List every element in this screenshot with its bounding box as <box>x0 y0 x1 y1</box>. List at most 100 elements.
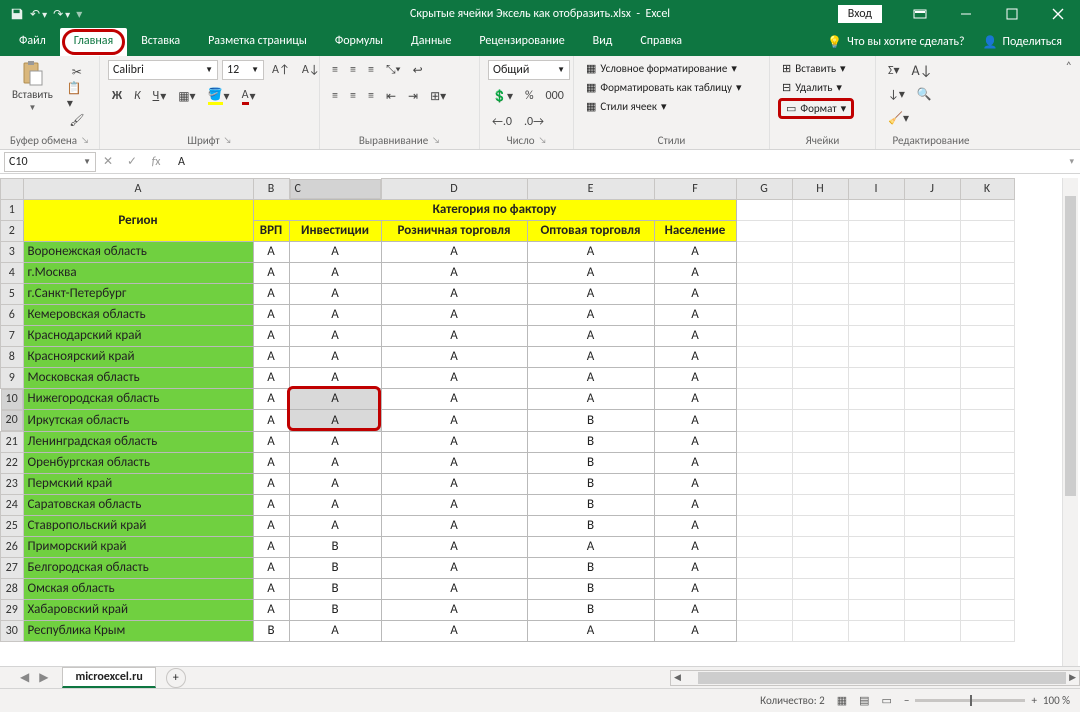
align-bottom-button[interactable]: ≡ <box>364 60 378 80</box>
col-header[interactable]: D <box>381 179 527 200</box>
data-cell[interactable]: A <box>381 367 527 388</box>
row-header[interactable]: 10 <box>1 389 23 410</box>
row-header[interactable]: 28 <box>1 578 24 599</box>
fill-color-button[interactable]: 🪣▾ <box>204 86 234 106</box>
col-header[interactable]: I <box>848 179 904 200</box>
data-cell[interactable]: A <box>381 515 527 536</box>
horizontal-scrollbar[interactable]: ◀▶ <box>670 670 1080 686</box>
data-cell[interactable]: A <box>381 431 527 452</box>
zoom-in-icon[interactable]: + <box>1031 694 1036 707</box>
tab-home[interactable]: Главная <box>60 28 127 56</box>
region-cell[interactable]: Омская область <box>23 578 253 599</box>
data-cell[interactable]: A <box>527 241 654 262</box>
data-cell[interactable]: A <box>527 536 654 557</box>
data-cell[interactable]: A <box>654 304 736 325</box>
data-cell[interactable]: B <box>527 452 654 473</box>
data-cell[interactable]: A <box>654 557 736 578</box>
cancel-formula-icon[interactable]: ✕ <box>96 154 120 169</box>
data-cell[interactable]: A <box>253 431 289 452</box>
data-cell[interactable]: A <box>253 283 289 304</box>
font-size-select[interactable]: 12▼ <box>222 60 264 80</box>
decrease-indent-button[interactable]: ⇤ <box>382 86 400 106</box>
row-header[interactable]: 4 <box>1 262 24 283</box>
view-pagebreak-icon[interactable]: ▭ <box>882 694 892 707</box>
save-icon[interactable] <box>10 7 24 21</box>
data-cell[interactable]: A <box>654 431 736 452</box>
region-cell[interactable]: Белгородская область <box>23 557 253 578</box>
region-cell[interactable]: Красноярский край <box>23 346 253 367</box>
data-cell[interactable]: A <box>381 325 527 346</box>
data-cell[interactable]: A <box>289 494 381 515</box>
row-header[interactable]: 20 <box>1 410 23 431</box>
view-normal-icon[interactable]: ▦ <box>837 694 847 707</box>
col-header[interactable]: B <box>253 179 289 200</box>
region-cell[interactable]: Хабаровский край <box>23 599 253 620</box>
row-header[interactable]: 29 <box>1 599 24 620</box>
data-cell[interactable]: B <box>527 431 654 452</box>
data-cell[interactable]: A <box>654 452 736 473</box>
tell-me[interactable]: 💡 Что вы хотите сделать? <box>827 35 964 50</box>
header-region[interactable]: Регион <box>23 199 253 241</box>
sheet-nav-prev[interactable]: ◀ <box>20 670 35 685</box>
data-cell[interactable]: B <box>289 599 381 620</box>
data-cell[interactable]: A <box>527 620 654 641</box>
data-cell[interactable]: B <box>527 494 654 515</box>
align-right-button[interactable]: ≡ <box>364 86 378 106</box>
increase-font-button[interactable]: A↑ <box>268 60 294 80</box>
qat-customize-icon[interactable]: ▾ <box>76 7 82 22</box>
autosum-button[interactable]: Σ▾ <box>884 60 904 80</box>
increase-indent-button[interactable]: ⇥ <box>404 86 422 106</box>
fill-button[interactable]: ↓▾ <box>884 84 909 104</box>
data-cell[interactable]: A <box>527 262 654 283</box>
subheader[interactable]: Население <box>654 220 736 241</box>
enter-formula-icon[interactable]: ✓ <box>120 154 144 169</box>
data-cell[interactable]: A <box>527 346 654 367</box>
formula-value[interactable]: A <box>168 155 185 169</box>
redo-button[interactable]: ↷▾ <box>53 7 70 22</box>
undo-button[interactable]: ↶▾ <box>30 7 47 22</box>
data-cell[interactable]: A <box>289 620 381 641</box>
data-cell[interactable]: A <box>654 536 736 557</box>
comma-style-button[interactable]: 000 <box>542 86 568 106</box>
data-cell[interactable]: A <box>381 473 527 494</box>
wrap-text-button[interactable]: ↩ <box>409 60 427 80</box>
row-header[interactable]: 21 <box>1 431 24 452</box>
bold-button[interactable]: Ж <box>108 86 126 106</box>
data-cell[interactable]: B <box>527 578 654 599</box>
merge-center-button[interactable]: ⊞▾ <box>426 86 450 106</box>
region-cell[interactable]: г.Санкт-Петербург <box>23 283 253 304</box>
zoom-slider[interactable]: − + 100 % <box>904 694 1070 707</box>
row-header[interactable]: 23 <box>1 473 24 494</box>
delete-cells-button[interactable]: ⊟ Удалить ▾ <box>778 79 846 96</box>
signin-button[interactable]: Вход <box>838 5 882 23</box>
clear-button[interactable]: 🧹▾ <box>884 108 913 128</box>
data-cell[interactable]: A <box>289 262 381 283</box>
data-cell[interactable]: A <box>381 283 527 304</box>
data-cell[interactable]: A <box>654 410 736 432</box>
data-cell[interactable]: A <box>253 473 289 494</box>
data-cell[interactable]: A <box>253 536 289 557</box>
data-cell[interactable]: A <box>654 262 736 283</box>
region-cell[interactable]: Краснодарский край <box>23 325 253 346</box>
row-header[interactable]: 30 <box>1 620 24 641</box>
format-painter-button[interactable]: 🖌 <box>65 110 88 130</box>
currency-button[interactable]: 💲▾ <box>488 86 517 106</box>
subheader[interactable]: Инвестиции <box>289 220 381 241</box>
data-cell[interactable]: A <box>253 325 289 346</box>
data-cell[interactable]: A <box>289 452 381 473</box>
col-header[interactable]: E <box>527 179 654 200</box>
data-cell[interactable]: A <box>289 431 381 452</box>
align-middle-button[interactable]: ≡ <box>346 60 360 80</box>
data-cell[interactable]: A <box>381 620 527 641</box>
data-cell[interactable]: A <box>654 578 736 599</box>
tab-data[interactable]: Данные <box>397 28 465 56</box>
tab-insert[interactable]: Вставка <box>127 28 194 56</box>
data-cell[interactable]: A <box>381 452 527 473</box>
col-header[interactable]: H <box>792 179 848 200</box>
zoom-out-icon[interactable]: − <box>904 694 909 707</box>
data-cell[interactable]: A <box>289 283 381 304</box>
header-category[interactable]: Категория по фактору <box>253 199 736 220</box>
paste-button[interactable]: Вставить ▼ <box>8 60 57 115</box>
data-cell[interactable]: A <box>253 388 289 410</box>
data-cell[interactable]: A <box>527 283 654 304</box>
